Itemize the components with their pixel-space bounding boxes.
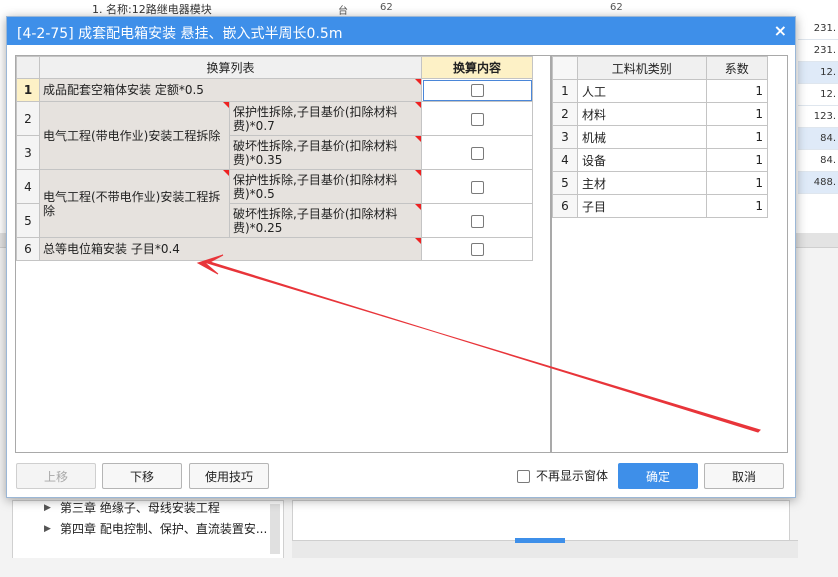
corner-cell [16,56,40,79]
background-detail-panel [292,500,790,542]
usage-tips-button[interactable]: 使用技巧 [189,463,269,489]
row-number: 6 [16,237,40,261]
move-down-button[interactable]: 下移 [102,463,182,489]
coefficient-value[interactable]: 1 [705,102,769,126]
tree-item-chapter4[interactable]: 第四章 配电控制、保护、直流装置安... [60,520,267,537]
row-number: 1 [16,78,40,102]
resource-type: 材料 [577,102,707,126]
table-row[interactable]: 6 子目 1 [552,194,769,218]
conversion-checkbox-cell[interactable] [421,78,533,102]
background-item-name: 1. 名称:12路继电器模块 [92,3,212,16]
conversion-group: 电气工程(不带电作业)安装工程拆除 [39,169,230,238]
conversion-checkbox-cell[interactable] [421,135,533,170]
background-value: 84. [798,128,838,150]
background-footer [0,558,838,577]
row-number: 5 [16,203,40,238]
conversion-checkbox[interactable] [470,146,484,160]
background-value: 231. [798,18,838,40]
table-row[interactable]: 2 电气工程(带电作业)安装工程拆除 保护性拆除,子目基价(扣除材料费)*0.7 [16,101,533,170]
conversion-item: 保护性拆除,子目基价(扣除材料费)*0.7 [229,101,422,136]
resource-type: 人工 [577,79,707,103]
column-header-list: 换算列表 [39,56,422,79]
conversion-dialog: [4-2-75] 成套配电箱安装 悬挂、嵌入式半周长0.5m × 换算列表 换算… [6,16,796,498]
table-row[interactable]: 1 人工 1 [552,79,769,103]
table-row[interactable]: 4 电气工程(不带电作业)安装工程拆除 保护性拆除,子目基价(扣除材料费)*0.… [16,169,533,238]
conversion-checkbox[interactable] [470,112,484,126]
coefficient-value[interactable]: 1 [705,171,769,195]
background-qty: 62 [380,2,393,13]
ok-button[interactable]: 确定 [618,463,698,489]
background-qty2: 62 [610,2,623,13]
splitter-handle[interactable] [515,538,565,543]
table-row[interactable]: 6 总等电位箱安装 子目*0.4 [16,237,533,261]
row-number: 6 [552,194,578,218]
conversion-checkbox[interactable] [470,84,484,97]
no-show-checkbox[interactable] [517,470,530,483]
dialog-titlebar: [4-2-75] 成套配电箱安装 悬挂、嵌入式半周长0.5m × [7,17,795,45]
background-right-values: 231. 231. 12. 12. 123. 84. 84. 488. [798,18,838,238]
coefficient-table: 工料机类别 系数 1 人工 1 2 材料 1 3 机械 1 4 设备 1 5 主… [552,56,769,218]
background-value: 12. [798,62,838,84]
conversion-item: 破坏性拆除,子目基价(扣除材料费)*0.35 [229,135,422,170]
row-number: 1 [552,79,578,103]
resource-type: 主材 [577,171,707,195]
conversion-list-panel: 换算列表 换算内容 1 成品配套空箱体安装 定额*0.5 2 电气工程(带电作业… [15,55,551,453]
background-value: 12. [798,84,838,106]
coefficient-value[interactable]: 1 [705,79,769,103]
conversion-table: 换算列表 换算内容 1 成品配套空箱体安装 定额*0.5 2 电气工程(带电作业… [16,56,533,261]
conversion-item: 成品配套空箱体安装 定额*0.5 [39,78,422,102]
column-header-coef: 系数 [705,56,769,80]
coefficient-value[interactable]: 1 [705,125,769,149]
table-row[interactable]: 4 设备 1 [552,148,769,172]
conversion-checkbox-cell[interactable] [421,237,533,261]
background-value: 84. [798,150,838,172]
conversion-checkbox-cell[interactable] [421,203,533,238]
row-number: 4 [552,148,578,172]
corner-cell [552,56,578,80]
conversion-group: 电气工程(带电作业)安装工程拆除 [39,101,230,170]
conversion-item: 破坏性拆除,子目基价(扣除材料费)*0.25 [229,203,422,238]
no-show-option[interactable]: 不再显示窗体 [517,467,608,484]
column-header-content: 换算内容 [421,56,533,79]
row-number: 2 [16,101,40,136]
conversion-checkbox[interactable] [470,180,484,194]
background-value: 123. [798,106,838,128]
coefficient-value[interactable]: 1 [705,194,769,218]
coefficient-value[interactable]: 1 [705,148,769,172]
caret-right-icon[interactable]: ▶ [44,524,51,534]
conversion-checkbox[interactable] [470,214,484,228]
table-row[interactable]: 2 材料 1 [552,102,769,126]
table-row[interactable]: 1 成品配套空箱体安装 定额*0.5 [16,78,533,102]
row-number: 4 [16,169,40,204]
background-value: 488. [798,172,838,194]
row-number: 2 [552,102,578,126]
caret-right-icon[interactable]: ▶ [44,503,51,513]
move-up-button[interactable]: 上移 [16,463,96,489]
column-header-type: 工料机类别 [577,56,707,80]
table-row[interactable]: 5 主材 1 [552,171,769,195]
row-number: 3 [16,135,40,170]
resource-type: 设备 [577,148,707,172]
resource-type: 子目 [577,194,707,218]
conversion-checkbox-cell[interactable] [421,169,533,204]
table-row[interactable]: 3 机械 1 [552,125,769,149]
close-icon[interactable]: × [774,21,787,40]
dialog-title: [4-2-75] 成套配电箱安装 悬挂、嵌入式半周长0.5m [17,26,343,42]
conversion-checkbox-cell[interactable] [421,101,533,136]
tree-scrollbar[interactable] [270,504,280,554]
tree-item-chapter3[interactable]: 第三章 绝缘子、母线安装工程 [60,499,220,516]
coefficient-panel: 工料机类别 系数 1 人工 1 2 材料 1 3 机械 1 4 设备 1 5 主… [551,55,788,453]
conversion-checkbox[interactable] [470,243,484,256]
conversion-item: 总等电位箱安装 子目*0.4 [39,237,422,261]
conversion-item: 保护性拆除,子目基价(扣除材料费)*0.5 [229,169,422,204]
no-show-label: 不再显示窗体 [536,469,609,483]
background-unit: 台 [338,6,348,17]
background-value: 231. [798,40,838,62]
resource-type: 机械 [577,125,707,149]
row-number: 5 [552,171,578,195]
cancel-button[interactable]: 取消 [704,463,784,489]
row-number: 3 [552,125,578,149]
